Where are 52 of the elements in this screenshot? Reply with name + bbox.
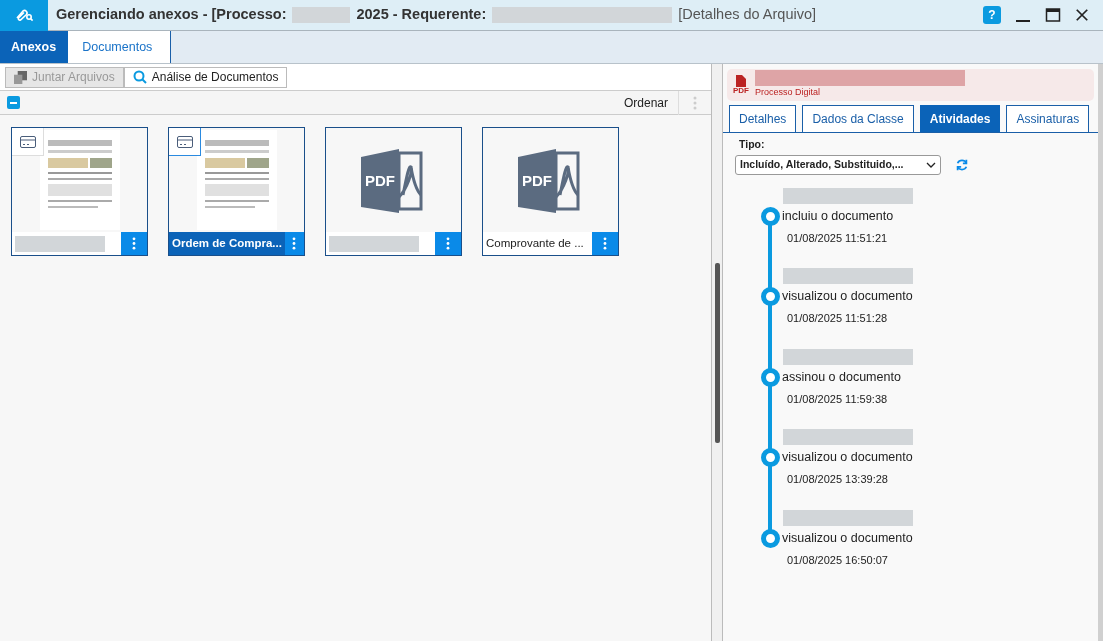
paperclip-icon [14, 8, 34, 22]
activity-time: 01/08/2025 16:50:07 [786, 552, 889, 568]
activity-action: assinou o documento [782, 368, 901, 386]
refresh-icon[interactable] [955, 157, 969, 172]
copy-icon [14, 70, 27, 84]
card-icon [19, 135, 36, 148]
more-icon [132, 237, 136, 250]
filter-label: Tipo: [739, 137, 766, 152]
document-analysis-button[interactable]: Análise de Documentos [123, 66, 288, 88]
pdf-label: PDF [733, 87, 749, 95]
activity-action: visualizou o documento [782, 288, 913, 306]
maximize-icon[interactable] [1045, 7, 1061, 23]
window-title: Gerenciando anexos - [Processo: [56, 5, 287, 25]
tab[interactable]: Atividades [919, 105, 1001, 132]
activity-time: 01/08/2025 13:39:28 [786, 472, 889, 488]
breadcrumb-item[interactable]: Documentos [68, 31, 172, 63]
tab[interactable]: Assinaturas [1006, 105, 1090, 132]
more-icon [292, 237, 297, 250]
activity-time: 01/08/2025 11:51:28 [786, 311, 889, 327]
breadcrumb-item[interactable]: Anexos [0, 31, 69, 63]
more-icon [446, 237, 450, 250]
more-options-button[interactable] [592, 232, 618, 255]
type-dropdown[interactable]: Incluído, Alterado, Substituido,... [735, 154, 941, 175]
activity-action: incluiu o documento [782, 207, 894, 225]
close-icon[interactable] [1075, 8, 1089, 22]
window-subtitle: [Detalhes do Arquivo] [678, 5, 817, 25]
tab[interactable]: Dados da Classe [802, 105, 914, 132]
search-icon [132, 70, 147, 84]
card-icon [176, 135, 193, 148]
document-icon [736, 75, 746, 87]
sort-button[interactable]: Ordenar [613, 90, 679, 115]
card-icon-badge[interactable] [169, 128, 201, 156]
file-name: Comprovante de ... [483, 232, 592, 255]
activity-time: 01/08/2025 11:59:38 [786, 391, 889, 407]
collapse-button[interactable] [7, 96, 20, 109]
tab[interactable]: Detalhes [729, 105, 797, 132]
activity-time: 01/08/2025 11:51:21 [786, 230, 889, 246]
scrollbar-thumb[interactable] [714, 262, 720, 443]
more-options-button[interactable] [435, 232, 461, 255]
chevron-down-icon [926, 161, 936, 168]
activity-action: visualizou o documento [782, 449, 913, 467]
file-subtitle: Processo Digital [755, 86, 822, 100]
activity-action: visualizou o documento [782, 529, 913, 547]
file-card[interactable]: PDF Comprovante de ... [482, 127, 619, 256]
file-card[interactable] [11, 127, 148, 256]
file-card[interactable]: PDF [325, 127, 462, 256]
window-title: 2025 - Requerente: [356, 5, 487, 25]
file-card[interactable]: Ordem de Compra... [168, 127, 305, 256]
more-options-button[interactable] [121, 232, 147, 255]
more-icon [603, 237, 607, 250]
file-name: Ordem de Compra... [169, 232, 285, 255]
blurred-text [292, 7, 351, 23]
